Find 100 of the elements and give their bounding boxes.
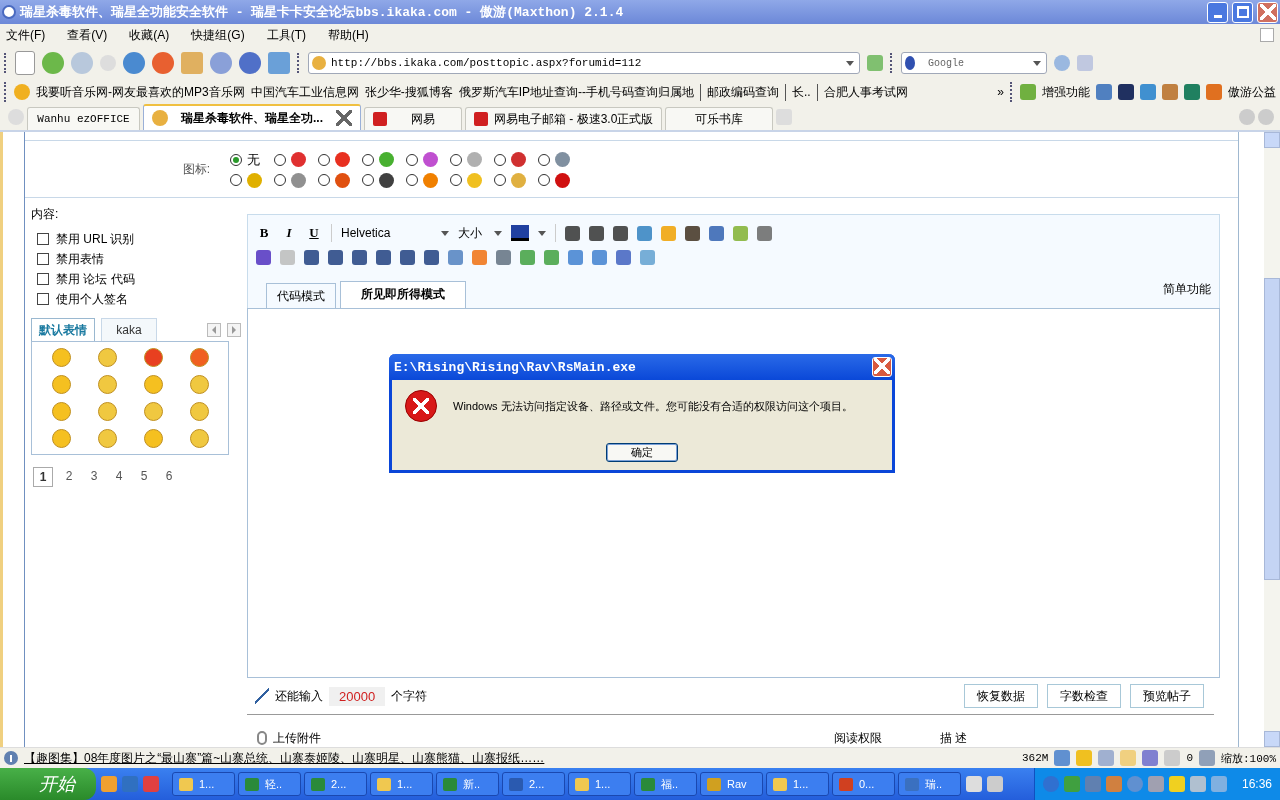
minimize-button[interactable] bbox=[1207, 1, 1228, 23]
bookmark-link[interactable]: 我要听音乐网-网友最喜欢的MP3音乐网 bbox=[36, 83, 245, 101]
menu-item[interactable]: 工具(T) bbox=[266, 26, 306, 44]
browser-tab[interactable]: 网易 bbox=[364, 107, 462, 130]
scrollbar[interactable] bbox=[1264, 132, 1280, 747]
browser-tab[interactable]: Wanhu ezOFFICE bbox=[27, 107, 140, 130]
checkbox[interactable] bbox=[37, 253, 49, 265]
next-button[interactable] bbox=[227, 323, 241, 337]
page-link[interactable]: 4 bbox=[110, 467, 128, 485]
radio-button[interactable] bbox=[450, 174, 462, 186]
news-link[interactable]: 【趣图集】08年度图片之“最山寨”篇~山寨总统、山寨泰姬陵、山寨明星、山寨熊猫、山寨报纸…… bbox=[24, 749, 545, 767]
radio-button[interactable] bbox=[274, 174, 286, 186]
address-field[interactable]: http://bbs.ikaka.com/posttopic.aspx?forumid=112 bbox=[308, 52, 860, 74]
dialog-title: E:\Rising\Rising\Rav\RsMain.exe bbox=[394, 359, 636, 375]
charity-button[interactable]: 傲游公益 bbox=[1228, 83, 1276, 101]
mode-tab[interactable]: 所见即所得模式 bbox=[340, 281, 466, 308]
field-label: 图标: bbox=[181, 160, 211, 178]
radio-button[interactable] bbox=[230, 174, 242, 186]
format-button[interactable]: U bbox=[306, 225, 322, 241]
checkbox[interactable] bbox=[37, 293, 49, 305]
taskbar-button[interactable]: 瑞.. bbox=[898, 772, 961, 796]
taskbar-button[interactable]: 2... bbox=[502, 772, 565, 796]
checkbox-label: 禁用表情 bbox=[56, 250, 104, 268]
more-button[interactable]: » bbox=[997, 85, 1004, 99]
radio-button[interactable] bbox=[318, 153, 330, 166]
restore-button[interactable] bbox=[1232, 1, 1253, 23]
zoom-level[interactable]: 缩放:100% bbox=[1221, 750, 1276, 766]
size-select[interactable]: 大小 bbox=[458, 224, 502, 242]
dropdown-arrow-icon[interactable] bbox=[538, 230, 546, 236]
checkbox[interactable] bbox=[37, 273, 49, 285]
taskbar-button[interactable]: 1... bbox=[172, 772, 235, 796]
menu-item[interactable]: 文件(F) bbox=[6, 26, 46, 44]
radio-button[interactable] bbox=[494, 153, 506, 166]
radio-button[interactable] bbox=[406, 153, 418, 166]
dropdown-arrow-icon[interactable] bbox=[1033, 61, 1041, 66]
dropdown-arrow-icon[interactable] bbox=[846, 61, 854, 66]
page-link[interactable]: 3 bbox=[85, 467, 103, 485]
radio-button[interactable] bbox=[362, 174, 374, 186]
simple-mode-link[interactable]: 简单功能 bbox=[1163, 281, 1211, 308]
taskbar-button[interactable]: 新.. bbox=[436, 772, 499, 796]
browser-tab[interactable]: 瑞星杀毒软件、瑞星全功... bbox=[143, 104, 361, 130]
browser-tab[interactable]: 可乐书库 bbox=[665, 107, 774, 130]
column-header: 阅读权限 bbox=[834, 730, 883, 747]
blocked-count: 0 bbox=[1186, 752, 1193, 764]
radio-button[interactable] bbox=[538, 153, 550, 166]
radio-button[interactable] bbox=[406, 174, 418, 186]
text-color-icon[interactable] bbox=[511, 225, 529, 241]
format-button[interactable]: I bbox=[281, 225, 297, 241]
taskbar-button[interactable]: Rav bbox=[700, 772, 763, 796]
radio-button[interactable] bbox=[274, 153, 286, 166]
page-link[interactable]: 6 bbox=[160, 467, 178, 485]
radio-button[interactable] bbox=[318, 174, 330, 186]
plugin-button[interactable]: 增强功能 bbox=[1042, 83, 1090, 101]
editor-button[interactable]: 恢复数据 bbox=[964, 684, 1038, 708]
emoticon-tab[interactable]: kaka bbox=[101, 318, 157, 341]
previous-button[interactable] bbox=[207, 323, 221, 337]
bookmark-link[interactable]: 合肥人事考试网 bbox=[816, 83, 908, 101]
bookmark-link[interactable]: 长.. bbox=[785, 83, 811, 101]
font-select[interactable]: Helvetica bbox=[341, 226, 449, 240]
taskbar-button[interactable]: 福.. bbox=[634, 772, 697, 796]
taskbar-button[interactable]: 1... bbox=[370, 772, 433, 796]
column-header: 描 述 bbox=[940, 730, 969, 747]
bookmark-link[interactable]: 张少华-搜狐博客 bbox=[364, 83, 453, 101]
mode-tab[interactable]: 代码模式 bbox=[266, 283, 336, 308]
upload-label: 上传附件 bbox=[273, 730, 321, 747]
taskbar-button[interactable]: 2... bbox=[304, 772, 367, 796]
browser-tab[interactable]: 网易电子邮箱 - 极速3.0正式版 bbox=[465, 107, 663, 130]
search-field[interactable]: Google bbox=[901, 52, 1047, 74]
menu-item[interactable]: 收藏(A) bbox=[129, 26, 170, 44]
page-link[interactable]: 5 bbox=[135, 467, 153, 485]
ok-button[interactable]: 确定 bbox=[606, 443, 678, 462]
bookmark-link[interactable]: 俄罗斯汽车IP地址查询--手机号码查询归属地 bbox=[458, 83, 694, 101]
radio-button[interactable] bbox=[230, 153, 242, 166]
taskbar-button[interactable]: 0... bbox=[832, 772, 895, 796]
editor-button[interactable]: 字数检查 bbox=[1047, 684, 1121, 708]
radio-button[interactable] bbox=[538, 174, 550, 186]
radio-button[interactable] bbox=[362, 153, 374, 166]
taskbar-button[interactable]: 1... bbox=[568, 772, 631, 796]
format-button[interactable]: B bbox=[256, 225, 272, 241]
page-link[interactable]: 1 bbox=[33, 467, 53, 487]
page-link[interactable]: 2 bbox=[60, 467, 78, 485]
start-button[interactable]: 开始 bbox=[0, 768, 96, 800]
close-button[interactable] bbox=[872, 357, 892, 377]
menu-item[interactable]: 帮助(H) bbox=[328, 26, 369, 44]
editor-button[interactable]: 预览帖子 bbox=[1130, 684, 1204, 708]
radio-button[interactable] bbox=[450, 153, 462, 166]
checkbox[interactable] bbox=[37, 233, 49, 245]
taskbar-button[interactable]: 1... bbox=[766, 772, 829, 796]
counter-value: 20000 bbox=[329, 686, 386, 706]
close-button[interactable] bbox=[1257, 1, 1278, 23]
checkbox-label: 使用个人签名 bbox=[56, 290, 128, 308]
option-label: 无 bbox=[247, 150, 260, 169]
new-page-icon[interactable] bbox=[15, 51, 35, 75]
menu-item[interactable]: 快捷组(G) bbox=[191, 26, 245, 44]
taskbar-button[interactable]: 轻.. bbox=[238, 772, 301, 796]
radio-button[interactable] bbox=[494, 174, 506, 186]
bookmark-link[interactable]: 邮政编码查询 bbox=[700, 83, 779, 101]
emoticon-tab[interactable]: 默认表情 bbox=[31, 318, 95, 341]
bookmark-link[interactable]: 中国汽车工业信息网 bbox=[250, 83, 359, 101]
menu-item[interactable]: 查看(V) bbox=[67, 26, 108, 44]
